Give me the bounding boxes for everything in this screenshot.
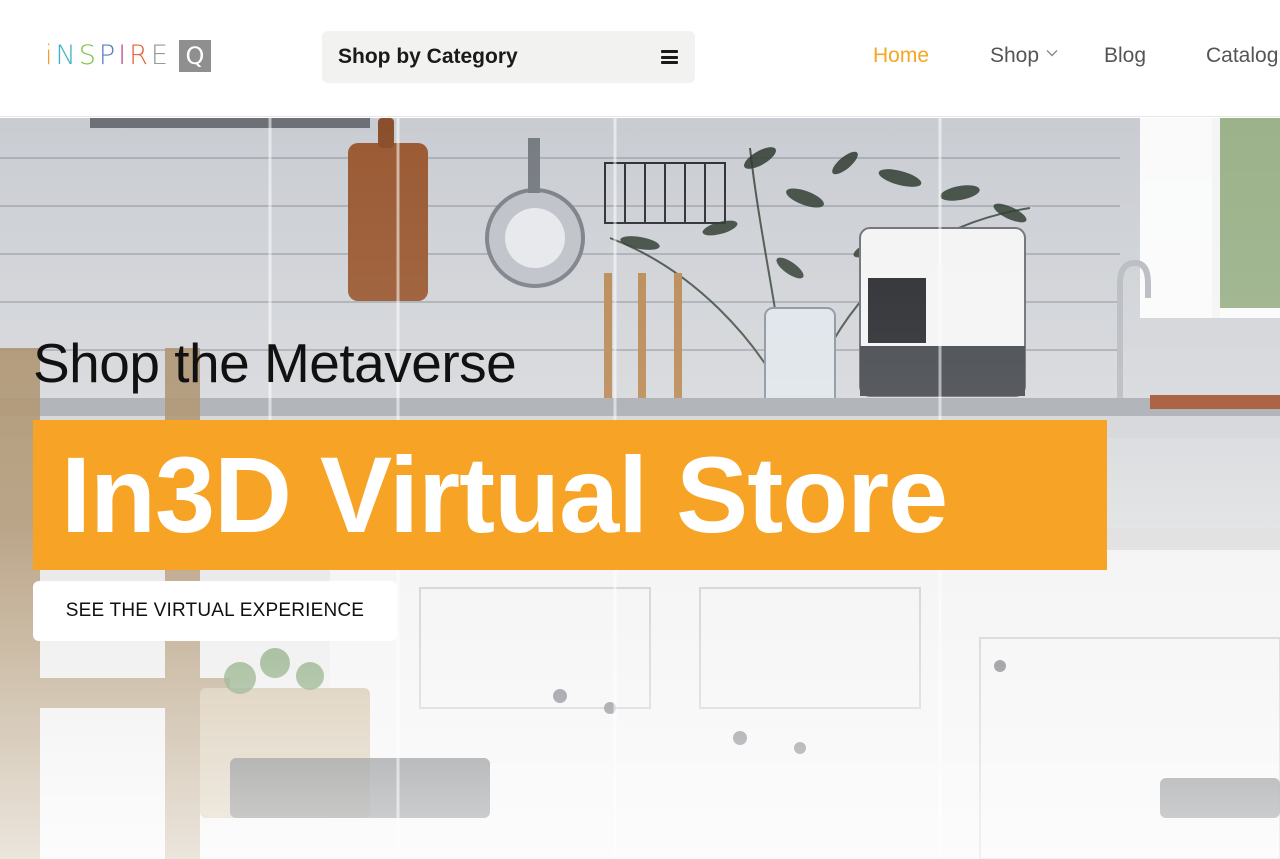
shop-by-category-label: Shop by Category <box>338 45 518 68</box>
see-virtual-experience-button[interactable]: SEE THE VIRTUAL EXPERIENCE <box>33 581 397 641</box>
nav-catalog[interactable]: Catalog <box>1206 40 1278 72</box>
logo-q-icon: Q <box>178 40 211 72</box>
nav-home[interactable]: Home <box>873 40 929 72</box>
hamburger-icon <box>661 50 678 64</box>
logo-letter: E <box>150 40 171 71</box>
nav-shop-label: Shop <box>990 44 1040 67</box>
hero-title: In3D Virtual Store <box>61 434 948 555</box>
hero-subtitle: Shop the Metaverse <box>33 332 517 394</box>
chevron-down-icon <box>1046 50 1058 57</box>
nav-shop[interactable]: Shop <box>990 40 1058 72</box>
logo-wordmark: iNSPIRE <box>45 40 171 72</box>
shop-by-category-button[interactable]: Shop by Category <box>322 31 695 83</box>
logo-letter: P <box>98 40 119 71</box>
logo-letter: S <box>78 40 99 71</box>
hero-banner: Shop the Metaverse In3D Virtual Store SE… <box>0 118 1280 859</box>
logo-letter: I <box>118 40 130 71</box>
logo-letter: R <box>129 40 151 71</box>
hero-title-banner: In3D Virtual Store <box>33 420 1107 570</box>
logo-letter: N <box>55 40 79 71</box>
site-header: iNSPIRE Q Shop by Category Home Shop Blo… <box>0 0 1280 117</box>
brand-logo[interactable]: iNSPIRE Q <box>45 40 211 72</box>
logo-letter: i <box>45 40 56 71</box>
nav-blog[interactable]: Blog <box>1104 40 1146 72</box>
